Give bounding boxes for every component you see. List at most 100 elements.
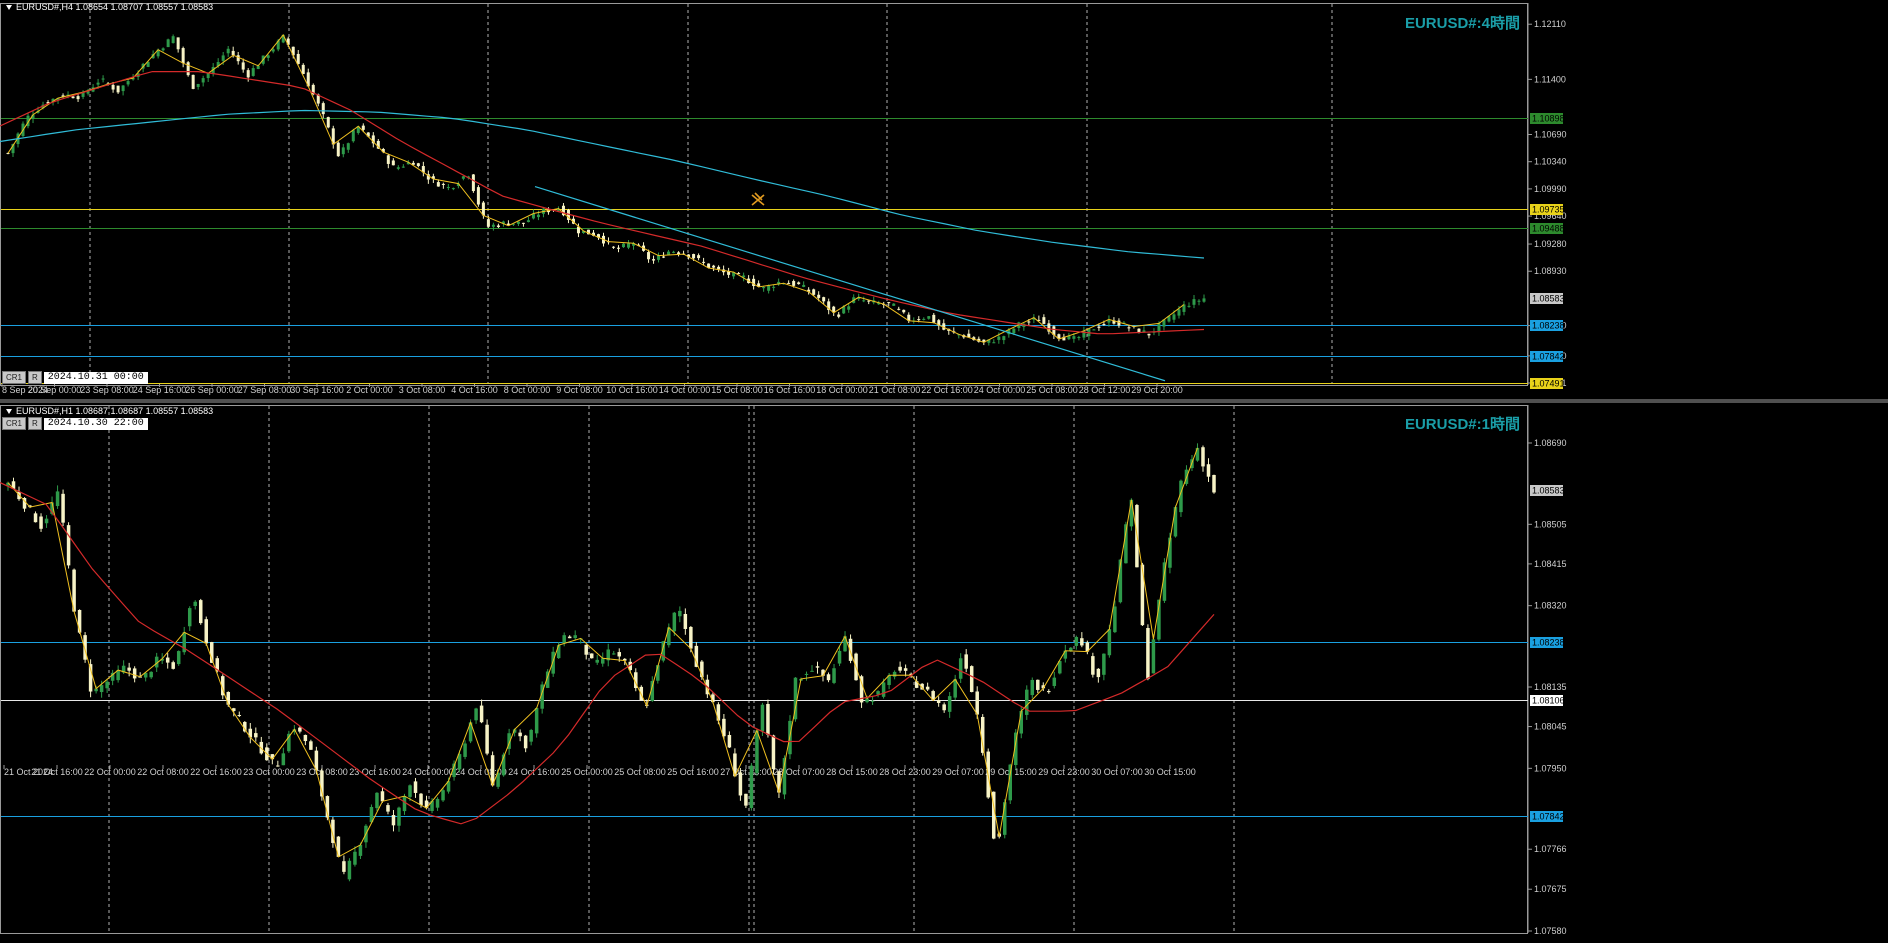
h1-chart-canvas[interactable]: 21 Oct 202421 Oct 16:00 22 Oct 00:00 22 Oc…	[0, 403, 1888, 943]
h1-chart-pane[interactable]: 21 Oct 2024 21 Oct 16:00 22 Oct 00:00 22 Oc…	[0, 403, 1888, 943]
candle-body	[932, 314, 936, 323]
cr1-button[interactable]: CR1	[2, 417, 27, 430]
candle-body	[744, 793, 748, 806]
candle-body	[1102, 653, 1106, 675]
candle-body	[457, 754, 462, 770]
candle-body	[526, 220, 530, 223]
candle-body	[1092, 329, 1096, 331]
candle-body	[33, 513, 38, 523]
h4-symbol-info: EURUSD#,H4 1.08654 1.08707 1.08557 1.085…	[16, 2, 214, 12]
candle-body	[1019, 710, 1024, 734]
candle-body	[181, 48, 185, 64]
price-label: 1.08930	[1534, 266, 1567, 276]
h4-crosshair-bar: CR1 R 2024.10.31 00:00	[2, 371, 148, 384]
r-button[interactable]: R	[28, 371, 42, 384]
candle-body	[186, 62, 190, 76]
candle-body	[1206, 464, 1211, 477]
candle-body	[237, 715, 242, 717]
candle-body	[271, 49, 275, 52]
candle-body	[717, 266, 721, 270]
drawing-object-icon	[751, 192, 765, 206]
candle-body	[523, 735, 528, 749]
candle-body	[652, 259, 656, 261]
candle-body	[463, 743, 467, 757]
candle-body	[161, 48, 165, 51]
price-tag-label: 1.07491	[1532, 379, 1565, 389]
candle-body	[1202, 298, 1206, 302]
candle-body	[678, 610, 682, 617]
candle-body	[71, 96, 75, 99]
price-label: 1.09990	[1534, 184, 1567, 194]
candle-body	[246, 70, 250, 78]
candle-body	[413, 781, 418, 793]
candle-body	[738, 772, 743, 796]
candle-body	[61, 493, 65, 523]
candle-body	[862, 300, 866, 302]
candle-body	[832, 668, 836, 683]
price-tag-label: 1.07842	[1532, 812, 1565, 822]
price-tag-label: 1.08238	[1532, 638, 1565, 648]
candle-body	[198, 600, 203, 624]
candle-body	[44, 518, 49, 524]
candle-body	[196, 83, 200, 88]
price-tag-label: 1.08238	[1532, 321, 1565, 331]
candle-body	[1077, 336, 1081, 338]
candle-body	[251, 68, 255, 76]
candle-body	[191, 74, 195, 89]
candle-body	[662, 256, 666, 258]
h4-chart-canvas[interactable]: 8 Sep 202420 Sep 00:0023 Sep 08:0024 Sep…	[0, 0, 1888, 399]
candle-body	[496, 225, 500, 227]
candle-body	[767, 285, 771, 291]
collapse-triangle-icon[interactable]	[6, 409, 12, 415]
candle-body	[66, 525, 71, 566]
candle-body	[347, 860, 352, 880]
candle-body	[1080, 638, 1084, 646]
candle-body	[562, 635, 566, 644]
price-tag-label: 1.07842	[1532, 352, 1565, 362]
downtrend-line	[534, 185, 1166, 382]
candle-body	[408, 785, 412, 797]
candle-body	[171, 36, 175, 44]
candle-body	[1091, 656, 1095, 675]
candle-body	[887, 302, 891, 304]
candle-body	[121, 85, 125, 92]
r-button[interactable]: R	[28, 417, 42, 430]
candle-body	[341, 147, 345, 155]
candle-body	[589, 653, 594, 659]
price-label: 1.08690	[1534, 438, 1567, 448]
candle-body	[396, 167, 400, 169]
candle-body	[419, 793, 423, 806]
candle-body	[1107, 629, 1112, 656]
cr1-button[interactable]: CR1	[2, 371, 27, 384]
candle-body	[1212, 474, 1216, 493]
candle-body	[149, 671, 153, 678]
candle-body	[902, 309, 906, 313]
candle-body	[612, 653, 616, 655]
candle-body	[358, 844, 363, 856]
candle-body	[1127, 327, 1131, 329]
candle-body	[1172, 314, 1176, 320]
h4-chart-pane[interactable]: 8 Sep 2024 20 Sep 00:00 23 Sep 08:00 24 Sep…	[0, 0, 1888, 399]
candle-body	[276, 765, 280, 767]
candle-body	[241, 62, 245, 70]
candle-body	[672, 612, 677, 632]
candle-body	[1173, 507, 1178, 537]
candle-body	[479, 705, 484, 723]
candle-body	[917, 319, 921, 321]
candle-body	[837, 650, 842, 664]
crosshair-date: 2024.10.30 22:00	[43, 417, 148, 430]
price-tag-label: 1.09735	[1532, 205, 1565, 215]
candle-body	[617, 652, 622, 657]
candle-body	[1195, 447, 1200, 461]
price-label: 1.07580	[1534, 926, 1567, 936]
candle-body	[126, 81, 130, 85]
candle-body	[760, 704, 765, 732]
candle-body	[221, 55, 225, 61]
candle-body	[397, 807, 401, 826]
candle-body	[386, 805, 390, 812]
collapse-triangle-icon[interactable]	[6, 5, 12, 11]
candle-body	[787, 282, 791, 284]
candle-body	[380, 791, 385, 802]
candle-body	[1047, 691, 1051, 693]
candle-body	[461, 176, 465, 179]
